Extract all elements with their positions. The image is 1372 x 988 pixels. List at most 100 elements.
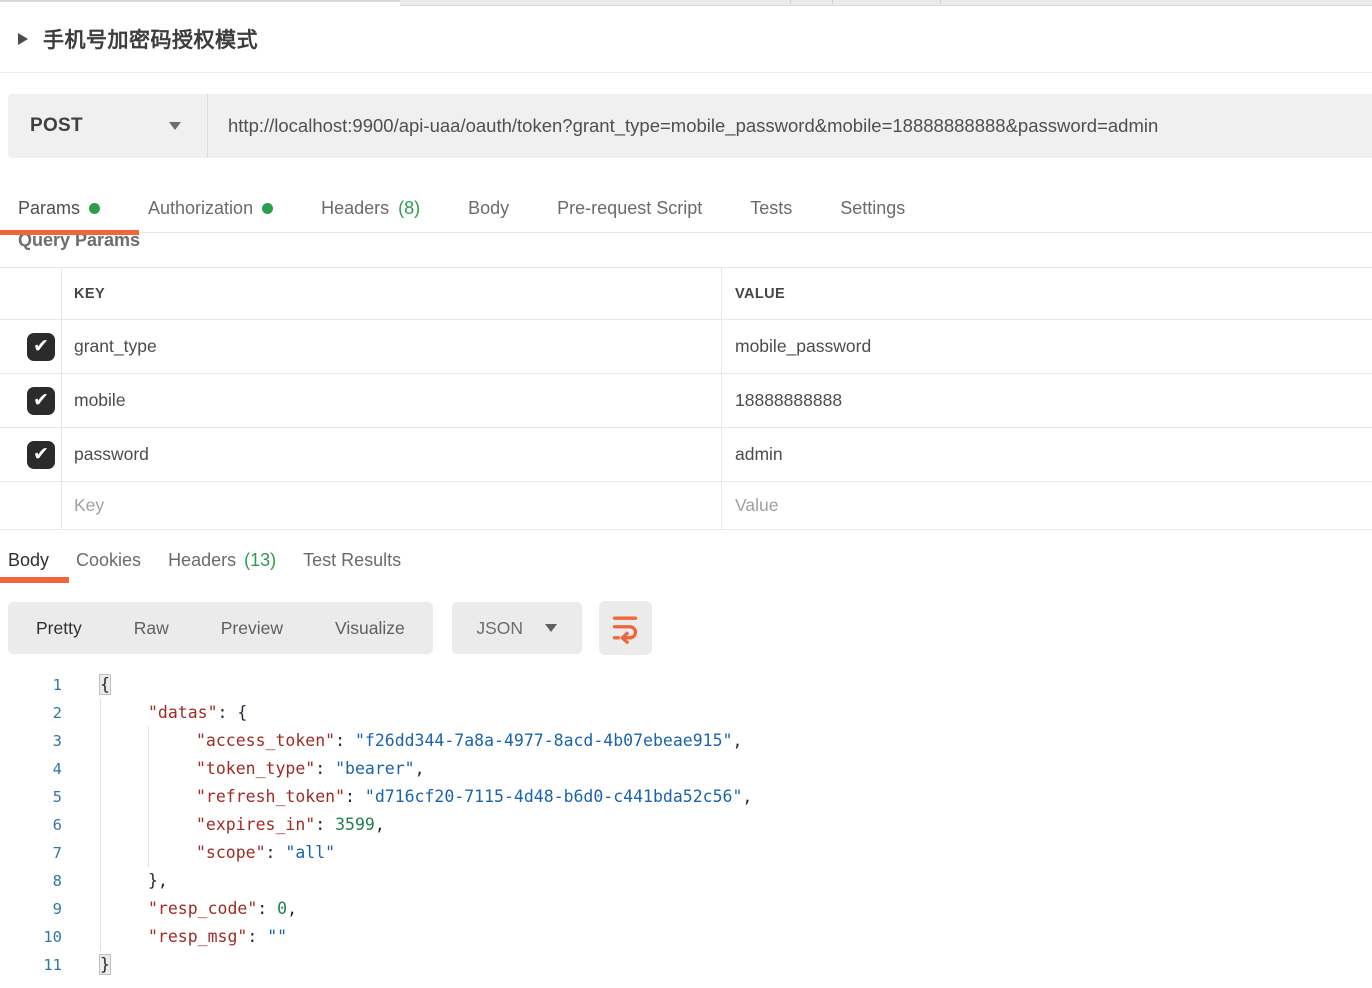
tab-label: Params bbox=[18, 198, 80, 219]
request-tab-headers[interactable]: Headers (8) bbox=[321, 198, 420, 219]
active-window-tab[interactable] bbox=[0, 0, 400, 6]
json-token-key: "refresh_token" bbox=[196, 787, 345, 806]
chevron-down-icon bbox=[169, 122, 181, 130]
request-tab-body[interactable]: Body bbox=[468, 198, 509, 219]
view-mode-raw[interactable]: Raw bbox=[134, 618, 169, 639]
line-number: 4 bbox=[0, 755, 66, 783]
json-token-pun: : bbox=[335, 731, 355, 750]
request-header: 手机号加密码授权模式 bbox=[0, 6, 1372, 73]
indent-guide bbox=[100, 811, 148, 839]
param-key-cell[interactable]: password bbox=[62, 428, 722, 481]
view-mode-preview[interactable]: Preview bbox=[221, 618, 283, 639]
code-line-text: "resp_msg": "" bbox=[66, 923, 287, 951]
tab-count: (8) bbox=[398, 198, 420, 219]
param-checkbox-cell: ✔ bbox=[0, 428, 62, 481]
params-header-row: KEY VALUE bbox=[0, 268, 1372, 320]
json-token-str: "all" bbox=[285, 843, 335, 862]
code-line-text: } bbox=[66, 951, 110, 979]
json-token-pun: }, bbox=[148, 871, 168, 890]
indent-guide bbox=[148, 755, 196, 783]
tab-label: Headers bbox=[168, 550, 236, 571]
checkbox-checked-icon[interactable]: ✔ bbox=[27, 387, 55, 415]
tab-label: Headers bbox=[321, 198, 389, 219]
request-tab-params[interactable]: Params bbox=[18, 198, 100, 219]
request-tab-authorization[interactable]: Authorization bbox=[148, 198, 273, 219]
json-token-pun: , bbox=[287, 899, 297, 918]
param-key-cell[interactable]: mobile bbox=[62, 374, 722, 427]
tab-divider bbox=[790, 0, 791, 4]
new-param-key-input[interactable]: Key bbox=[62, 482, 722, 529]
response-tab-headers[interactable]: Headers (13) bbox=[168, 550, 276, 571]
indent-guide bbox=[148, 839, 196, 867]
response-tab-test-results[interactable]: Test Results bbox=[303, 550, 401, 571]
param-value-cell[interactable]: admin bbox=[722, 428, 1372, 481]
code-line: 5 "refresh_token": "d716cf20-7115-4d48-b6… bbox=[0, 783, 1372, 811]
json-token-pun: : bbox=[345, 787, 365, 806]
tab-label: Authorization bbox=[148, 198, 253, 219]
param-value-cell[interactable]: mobile_password bbox=[722, 320, 1372, 373]
json-token-str: "d716cf20-7115-4d48-b6d0-c441bda52c56" bbox=[365, 787, 743, 806]
checkbox-checked-icon[interactable]: ✔ bbox=[27, 333, 55, 361]
format-dropdown[interactable]: JSON bbox=[452, 602, 582, 654]
line-number: 11 bbox=[0, 951, 66, 979]
code-line-text: "token_type": "bearer", bbox=[66, 755, 425, 783]
tab-label: Body bbox=[8, 550, 49, 571]
request-tab-settings[interactable]: Settings bbox=[840, 198, 905, 219]
code-line-text: }, bbox=[66, 867, 168, 895]
code-line: 1{ bbox=[0, 671, 1372, 699]
request-tab-pre-request-script[interactable]: Pre-request Script bbox=[557, 198, 702, 219]
request-tab-tests[interactable]: Tests bbox=[750, 198, 792, 219]
url-input[interactable]: http://localhost:9900/api-uaa/oauth/toke… bbox=[208, 94, 1372, 158]
view-mode-group: Pretty Raw Preview Visualize bbox=[8, 602, 433, 654]
code-line: 2"datas": { bbox=[0, 699, 1372, 727]
window-tab-strip[interactable] bbox=[0, 0, 1372, 6]
key-column-header: KEY bbox=[62, 268, 722, 319]
code-line: 9"resp_code": 0, bbox=[0, 895, 1372, 923]
tab-divider bbox=[832, 0, 833, 4]
json-token-num: 3599 bbox=[335, 815, 375, 834]
json-token-str: "f26dd344-7a8a-4977-8acd-4b07ebeae915" bbox=[355, 731, 733, 750]
json-token-key: "resp_msg" bbox=[148, 927, 247, 946]
code-line: 3"access_token": "f26dd344-7a8a-4977-8ac… bbox=[0, 727, 1372, 755]
active-tab-indicator bbox=[0, 577, 69, 583]
tab-count: (13) bbox=[244, 550, 276, 571]
json-token-pun: , bbox=[415, 759, 425, 778]
param-row-password: ✔passwordadmin bbox=[0, 428, 1372, 482]
inactive-window-tabs[interactable] bbox=[400, 0, 1372, 6]
tab-label: Test Results bbox=[303, 550, 401, 571]
view-mode-visualize[interactable]: Visualize bbox=[335, 618, 405, 639]
line-number: 9 bbox=[0, 895, 66, 923]
code-line-text: "scope": "all" bbox=[66, 839, 335, 867]
json-token-key: "datas" bbox=[148, 703, 218, 722]
checkbox-checked-icon[interactable]: ✔ bbox=[27, 441, 55, 469]
chevron-down-icon bbox=[545, 624, 557, 632]
json-token-pun: , bbox=[732, 731, 742, 750]
code-line: 6"expires_in": 3599, bbox=[0, 811, 1372, 839]
response-tab-body[interactable]: Body bbox=[8, 550, 49, 571]
method-dropdown[interactable]: POST bbox=[8, 94, 208, 158]
view-mode-pretty[interactable]: Pretty bbox=[36, 618, 82, 639]
tab-label: Settings bbox=[840, 198, 905, 219]
select-column-header bbox=[0, 268, 62, 319]
indent-guide bbox=[148, 727, 196, 755]
green-dot-icon bbox=[262, 203, 273, 214]
new-param-value-input[interactable]: Value bbox=[722, 482, 1372, 529]
response-toolbar: Pretty Raw Preview Visualize JSON bbox=[0, 601, 1372, 655]
text-wrap-icon bbox=[610, 612, 640, 644]
line-number: 5 bbox=[0, 783, 66, 811]
line-number: 3 bbox=[0, 727, 66, 755]
wrap-text-button[interactable] bbox=[599, 601, 652, 655]
tab-label: Cookies bbox=[76, 550, 141, 571]
indent-guide bbox=[100, 923, 148, 951]
json-token-pun: , bbox=[742, 787, 752, 806]
chevron-right-icon[interactable] bbox=[18, 33, 28, 45]
tab-divider bbox=[940, 0, 941, 4]
response-tab-cookies[interactable]: Cookies bbox=[76, 550, 141, 571]
json-token-key: "token_type" bbox=[196, 759, 315, 778]
value-column-header: VALUE bbox=[722, 268, 1372, 319]
param-key-cell[interactable]: grant_type bbox=[62, 320, 722, 373]
line-number: 7 bbox=[0, 839, 66, 867]
query-params-table: KEY VALUE ✔grant_typemobile_password✔mob… bbox=[0, 267, 1372, 530]
json-token-pun: : bbox=[257, 899, 277, 918]
param-value-cell[interactable]: 18888888888 bbox=[722, 374, 1372, 427]
